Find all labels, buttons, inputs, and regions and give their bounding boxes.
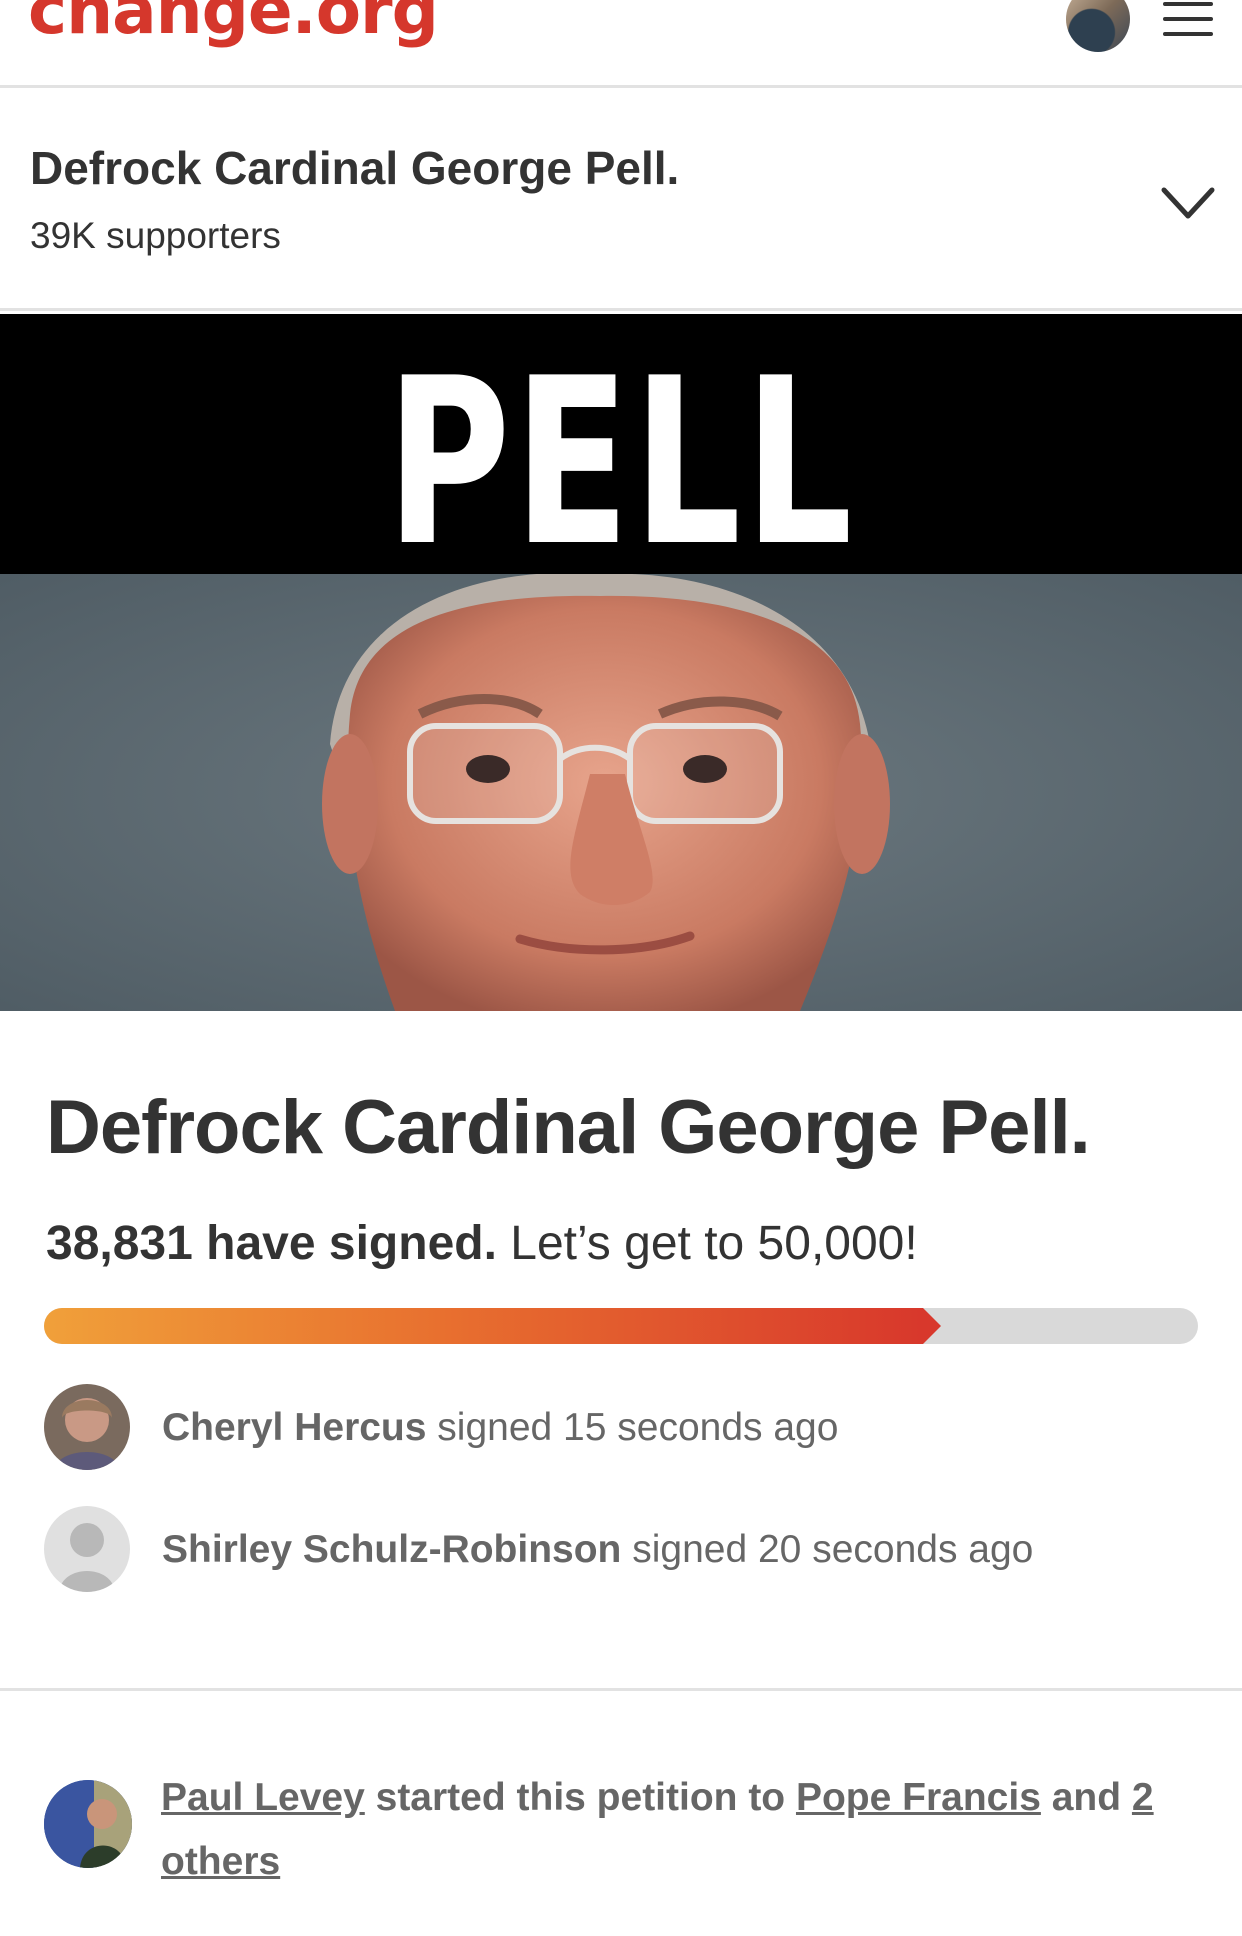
petition-title: Defrock Cardinal George Pell. [46, 1085, 1091, 1170]
section-divider [0, 1688, 1242, 1691]
signer-name: Cheryl Hercus [162, 1406, 427, 1449]
recent-signer-row: Shirley Schulz-Robinson signed 20 second… [44, 1506, 1144, 1596]
signer-name: Shirley Schulz-Robinson [162, 1528, 622, 1571]
recent-signer-row: Cheryl Hercus signed 15 seconds ago [44, 1384, 1144, 1474]
hamburger-menu-icon[interactable] [1163, 2, 1213, 38]
and-text: and [1051, 1776, 1122, 1819]
signature-goal: 38,831 have signed. Let’s get to 50,000! [46, 1216, 918, 1271]
signature-progress-bar [44, 1308, 1198, 1344]
sticky-petition-header[interactable]: Defrock Cardinal George Pell. 39K suppor… [0, 91, 1242, 311]
change-org-logo[interactable]: change.org [28, 0, 439, 49]
signer-action: signed 20 seconds ago [632, 1528, 1034, 1571]
progress-tip [923, 1308, 941, 1344]
petition-starter-info: Paul Levey started this petition to Pope… [161, 1766, 1161, 1894]
starter-link[interactable]: Paul Levey [161, 1776, 365, 1819]
hero-headline-band: PELL KNEW [0, 314, 1242, 779]
top-navigation-bar: change.org [0, 0, 1242, 88]
portrait-photo [0, 574, 1242, 1011]
progress-fill [44, 1308, 923, 1344]
signed-count: 38,831 have signed. [46, 1217, 497, 1270]
starter-middle-text: started this petition to [375, 1776, 786, 1819]
goal-text: Let’s get to 50,000! [510, 1217, 918, 1270]
chevron-down-icon[interactable] [1160, 184, 1216, 224]
default-avatar-icon [44, 1506, 130, 1592]
user-avatar[interactable] [1066, 0, 1130, 52]
signer-action: signed 15 seconds ago [437, 1406, 839, 1449]
petition-hero-image: PELL KNEW [0, 314, 1242, 1011]
starter-avatar[interactable] [44, 1780, 132, 1868]
decision-maker-link[interactable]: Pope Francis [796, 1776, 1041, 1819]
supporter-count: 39K supporters [30, 215, 281, 256]
sticky-petition-title: Defrock Cardinal George Pell. [30, 142, 680, 194]
signer-avatar-photo [44, 1384, 130, 1470]
